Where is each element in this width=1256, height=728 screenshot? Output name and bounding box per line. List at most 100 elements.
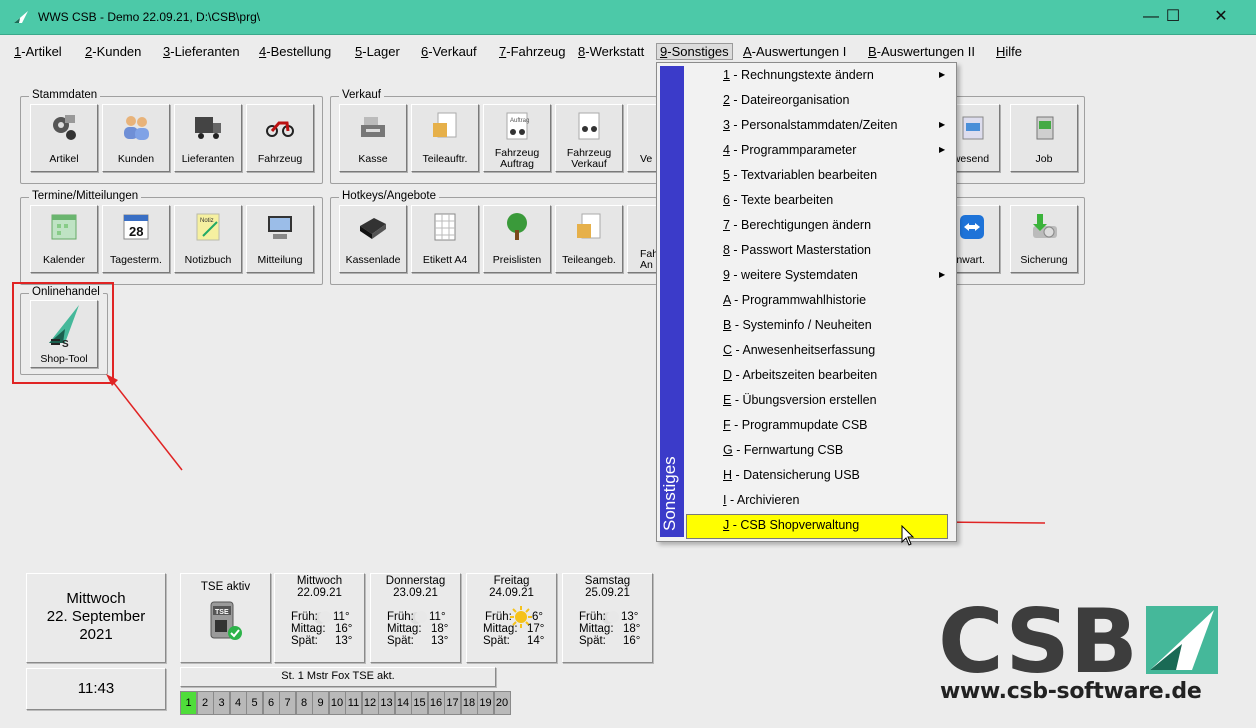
tile-kassenlade[interactable]: Kassenlade: [339, 205, 407, 273]
station-number[interactable]: 12: [361, 691, 379, 715]
station-number[interactable]: 8: [295, 691, 313, 715]
menuitem-rechnungstexte[interactable]: 1 - Rechnungstexte ändern: [723, 68, 874, 82]
tile-anwesend-partial[interactable]: nwesend: [950, 104, 1000, 172]
tse-status-bar: St. 1 Mstr Fox TSE akt.: [180, 667, 496, 687]
station-number[interactable]: 6: [262, 691, 280, 715]
weekday-label: Mittwoch: [66, 590, 126, 607]
menu-verkauf[interactable]: 6-Verkauf: [421, 44, 477, 59]
menu-auswertungen-2[interactable]: B-Auswertungen II: [868, 44, 975, 59]
year-label: 2021: [79, 626, 113, 643]
group-title: Stammdaten: [29, 89, 101, 101]
menuitem-dateireorganisation[interactable]: 2 - Dateireorganisation: [723, 93, 849, 107]
calendar-day-number: 28: [129, 224, 143, 239]
menuitem-archivieren[interactable]: I - Archivieren: [723, 493, 799, 507]
menu-auswertungen-1[interactable]: A-Auswertungen I: [743, 44, 846, 59]
tile-fahrzeug-verkauf[interactable]: Fahrzeug Verkauf: [555, 104, 623, 172]
tile-etikett-a4[interactable]: Etikett A4: [411, 205, 479, 273]
tile-mitteilung[interactable]: Mitteilung: [246, 205, 314, 273]
website-url[interactable]: www.csb-software.de: [940, 679, 1202, 704]
menuitem-uebungsversion[interactable]: E - Übungsversion erstellen: [723, 393, 877, 407]
menuitem-programmupdate[interactable]: F - Programmupdate CSB: [723, 418, 868, 432]
station-number[interactable]: 19: [477, 691, 494, 715]
menuitem-arbeitszeiten[interactable]: D - Arbeitszeiten bearbeiten: [723, 368, 877, 382]
menuitem-programmwahlhistorie[interactable]: A - Programmwahlhistorie: [723, 293, 866, 307]
tile-ve-partial[interactable]: Ve: [627, 104, 658, 172]
maximize-button[interactable]: ☐: [1150, 0, 1196, 34]
menuitem-fernwartung[interactable]: G - Fernwartung CSB: [723, 443, 843, 457]
tile-job[interactable]: Job: [1010, 104, 1078, 172]
menuitem-datensicherung[interactable]: H - Datensicherung USB: [723, 468, 860, 482]
menuitem-passwort[interactable]: 8 - Passwort Masterstation: [723, 243, 871, 257]
date-panel: Mittwoch 22. September 2021: [26, 573, 166, 663]
menuitem-texte[interactable]: 6 - Texte bearbeiten: [723, 193, 833, 207]
cash-register-icon: [361, 117, 385, 137]
tile-lieferanten[interactable]: Lieferanten: [174, 104, 242, 172]
menu-lager[interactable]: 5-Lager: [355, 44, 400, 59]
tree-icon: [507, 213, 527, 240]
menu-bestellung[interactable]: 4-Bestellung: [259, 44, 331, 59]
menuitem-berechtigungen[interactable]: 7 - Berechtigungen ändern: [723, 218, 871, 232]
station-number[interactable]: 7: [279, 691, 296, 715]
menu-kunden[interactable]: 2-Kunden: [85, 44, 141, 59]
station-number[interactable]: 1: [180, 691, 197, 715]
csb-logo-text: CSB: [938, 604, 1138, 676]
label-sheet-icon: [434, 213, 456, 241]
tile-fernwartung-partial[interactable]: ernwart.: [950, 205, 1000, 273]
station-number[interactable]: 4: [229, 691, 247, 715]
tile-tagesterm[interactable]: 28 Tagesterm.: [102, 205, 170, 273]
menu-fahrzeug[interactable]: 7-Fahrzeug: [499, 44, 565, 59]
motorcycle-icon: [266, 121, 294, 137]
title-bar[interactable]: WWS CSB - Demo 22.09.21, D:\CSB\prg\ — ☐…: [0, 0, 1256, 35]
menu-artikel[interactable]: 1-Artikel: [14, 44, 62, 59]
submenu-arrow-icon: ▶: [939, 270, 946, 279]
tile-kasse[interactable]: Kasse: [339, 104, 407, 172]
weather-panel-2: Donnerstag 23.09.21 Früh: 11° Mittag: 18° …: [370, 573, 461, 663]
station-number[interactable]: 15: [411, 691, 428, 715]
menuitem-programmparameter[interactable]: 4 - Programmparameter: [723, 143, 856, 157]
menuitem-systeminfo[interactable]: B - Systeminfo / Neuheiten: [723, 318, 872, 332]
tile-fahrzeug[interactable]: Fahrzeug: [246, 104, 314, 172]
tse-panel[interactable]: TSE aktiv TSE: [180, 573, 271, 663]
tse-label: TSE aktiv: [200, 581, 251, 593]
tile-teileangeb[interactable]: Teileangeb.: [555, 205, 623, 273]
menuitem-shopverwaltung[interactable]: J - CSB Shopverwaltung: [723, 518, 859, 532]
station-number[interactable]: 13: [378, 691, 395, 715]
station-number[interactable]: 20: [493, 691, 511, 715]
time-panel: 11:43: [26, 668, 166, 710]
menu-werkstatt[interactable]: 8-Werkstatt: [578, 44, 644, 59]
vehicle-sale-icon: [578, 112, 600, 140]
tile-artikel[interactable]: Artikel: [30, 104, 98, 172]
station-number[interactable]: 18: [460, 691, 478, 715]
notepad-icon: Notiz: [196, 213, 220, 241]
station-number[interactable]: 11: [345, 691, 362, 715]
window-title: WWS CSB - Demo 22.09.21, D:\CSB\prg\: [38, 10, 261, 24]
tile-fahrzeug-auftrag[interactable]: Auftrag Fahrzeug Auftrag: [483, 104, 551, 172]
vehicle-order-icon: Auftrag: [506, 112, 529, 140]
tile-teileauftr[interactable]: Teileauftr.: [411, 104, 479, 172]
menuitem-textvariablen[interactable]: 5 - Textvariablen bearbeiten: [723, 168, 877, 182]
station-number[interactable]: 16: [427, 691, 445, 715]
gear-parts-icon: [53, 115, 76, 140]
menuitem-systemdaten[interactable]: 9 - weitere Systemdaten: [723, 268, 858, 282]
station-number[interactable]: 3: [213, 691, 230, 715]
station-number[interactable]: 9: [312, 691, 329, 715]
tile-preislisten[interactable]: Preislisten: [483, 205, 551, 273]
close-button[interactable]: ✕: [1198, 0, 1244, 34]
station-number[interactable]: 14: [394, 691, 412, 715]
tile-kunden[interactable]: Kunden: [102, 104, 170, 172]
menu-lieferanten[interactable]: 3-Lieferanten: [163, 44, 240, 59]
customers-icon: [124, 116, 149, 140]
menu-hilfe[interactable]: Hilfe: [996, 44, 1022, 59]
notiz-icon-text: Notiz: [200, 218, 214, 224]
station-number[interactable]: 5: [246, 691, 263, 715]
tile-fahrzeug-angebot-partial[interactable]: Fah An: [627, 205, 658, 273]
tile-kalender[interactable]: Kalender: [30, 205, 98, 273]
tile-notizbuch[interactable]: Notiz Notizbuch: [174, 205, 242, 273]
menuitem-anwesenheit[interactable]: C - Anwesenheitserfassung: [723, 343, 875, 357]
station-number[interactable]: 17: [444, 691, 461, 715]
menu-sonstiges[interactable]: 9-Sonstiges: [656, 43, 733, 60]
menuitem-personalstammdaten[interactable]: 3 - Personalstammdaten/Zeiten: [723, 118, 897, 132]
station-number[interactable]: 2: [196, 691, 214, 715]
tile-sicherung[interactable]: Sicherung: [1010, 205, 1078, 273]
station-number[interactable]: 10: [328, 691, 346, 715]
